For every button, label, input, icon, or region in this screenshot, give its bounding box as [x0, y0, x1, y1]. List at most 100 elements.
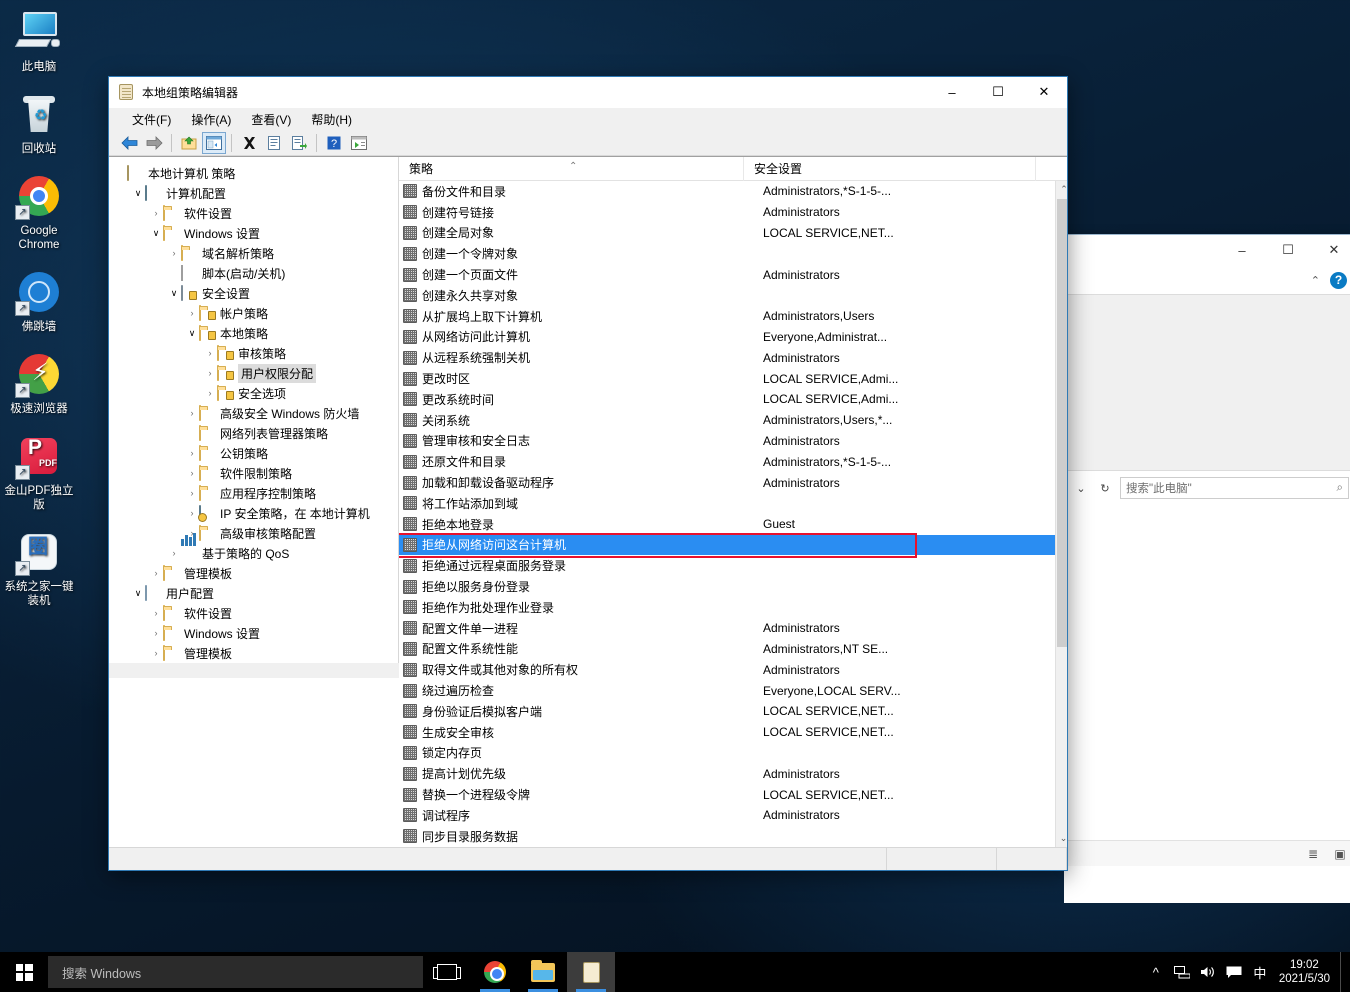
- up-one-level-button[interactable]: [177, 132, 201, 154]
- table-row[interactable]: 更改时区 LOCAL SERVICE,Admi...: [399, 368, 1055, 389]
- explorer-maximize-button[interactable]: ☐: [1265, 235, 1311, 265]
- tree-node-2[interactable]: › 软件设置: [113, 203, 398, 223]
- desktop-icon-chrome[interactable]: ↗ Google Chrome: [0, 172, 78, 252]
- back-button[interactable]: [117, 132, 141, 154]
- forward-button[interactable]: [142, 132, 166, 154]
- tree-expander-icon[interactable]: ›: [203, 368, 217, 378]
- desktop-icon-jisu-browser[interactable]: ⚡ ↗ 极速浏览器: [0, 350, 78, 416]
- tree-expander-icon[interactable]: ›: [149, 208, 163, 218]
- tree-node-1[interactable]: ∨ 计算机配置: [113, 183, 398, 203]
- tree-expander-icon[interactable]: ∨: [149, 228, 163, 239]
- tree-node-7[interactable]: › 帐户策略: [113, 303, 398, 323]
- explorer-title-bar[interactable]: – ☐ ✕: [1064, 235, 1350, 267]
- table-row[interactable]: 锁定内存页: [399, 743, 1055, 764]
- list-vertical-scrollbar[interactable]: ⌃ ⌄: [1055, 181, 1067, 847]
- table-row[interactable]: 将工作站添加到域: [399, 493, 1055, 514]
- menu-help[interactable]: 帮助(H): [301, 109, 362, 130]
- tree-node-5[interactable]: 脚本(启动/关机): [113, 263, 398, 283]
- show-desktop-button[interactable]: [1340, 952, 1346, 992]
- table-row[interactable]: 调试程序 Administrators: [399, 805, 1055, 826]
- table-row[interactable]: 备份文件和目录 Administrators,*S-1-5-...: [399, 181, 1055, 202]
- table-row[interactable]: 加载和卸载设备驱动程序 Administrators: [399, 472, 1055, 493]
- table-row[interactable]: 还原文件和目录 Administrators,*S-1-5-...: [399, 451, 1055, 472]
- network-icon[interactable]: [1169, 952, 1195, 992]
- explorer-search-input[interactable]: 搜索"此电脑" ⌕: [1120, 477, 1349, 499]
- file-explorer-window[interactable]: – ☐ ✕ ⌃ ? ⌄ ↻ 搜索"此电脑" ⌕ ≣ ▣: [1063, 234, 1350, 903]
- tree-node-4[interactable]: › 域名解析策略: [113, 243, 398, 263]
- ribbon-collapse-icon[interactable]: ⌃: [1311, 274, 1320, 287]
- table-row[interactable]: 从网络访问此计算机 Everyone,Administrat...: [399, 327, 1055, 348]
- table-row[interactable]: 管理审核和安全日志 Administrators: [399, 431, 1055, 452]
- tree-node-18[interactable]: › 高级审核策略配置: [113, 523, 398, 543]
- tree-node-9[interactable]: › 审核策略: [113, 343, 398, 363]
- delete-button[interactable]: [237, 132, 261, 154]
- table-row[interactable]: 创建全局对象 LOCAL SERVICE,NET...: [399, 223, 1055, 244]
- tree-expander-icon[interactable]: ›: [185, 408, 199, 418]
- export-list-button[interactable]: [287, 132, 311, 154]
- tree-expander-icon[interactable]: ∨: [185, 328, 199, 339]
- table-row[interactable]: 更改系统时间 LOCAL SERVICE,Admi...: [399, 389, 1055, 410]
- tree-node-23[interactable]: › Windows 设置: [113, 623, 398, 643]
- help-icon[interactable]: ?: [1330, 272, 1347, 289]
- help-button[interactable]: ?: [322, 132, 346, 154]
- policy-list[interactable]: 备份文件和目录 Administrators,*S-1-5-... 创建符号链接 Ad…: [399, 181, 1055, 847]
- tree-node-15[interactable]: › 软件限制策略: [113, 463, 398, 483]
- taskbar-search-input[interactable]: 搜索 Windows: [48, 956, 423, 988]
- taskbar-gpedit[interactable]: [567, 952, 615, 992]
- tree-node-12[interactable]: › 高级安全 Windows 防火墙: [113, 403, 398, 423]
- tree-expander-icon[interactable]: ›: [185, 488, 199, 498]
- tree-horizontal-scrollbar[interactable]: [109, 663, 399, 678]
- scroll-up-button[interactable]: ⌃: [1056, 181, 1067, 198]
- tree-node-6[interactable]: ∨ 安全设置: [113, 283, 398, 303]
- table-row[interactable]: 配置文件单一进程 Administrators: [399, 618, 1055, 639]
- tree-node-22[interactable]: › 软件设置: [113, 603, 398, 623]
- table-row[interactable]: 拒绝从网络访问这台计算机: [399, 534, 1055, 556]
- large-icons-view-icon[interactable]: ▣: [1331, 846, 1349, 862]
- tree-expander-icon[interactable]: ›: [203, 388, 217, 398]
- clock[interactable]: 19:02 2021/5/30: [1273, 958, 1340, 986]
- table-row[interactable]: 拒绝作为批处理作业登录: [399, 597, 1055, 618]
- menu-file[interactable]: 文件(F): [122, 109, 181, 130]
- details-view-icon[interactable]: ≣: [1304, 846, 1322, 862]
- show-console-tree-button[interactable]: [347, 132, 371, 154]
- tree-expander-icon[interactable]: ›: [149, 648, 163, 658]
- table-row[interactable]: 创建一个令牌对象: [399, 243, 1055, 264]
- minimize-button[interactable]: –: [929, 77, 975, 108]
- tree-node-14[interactable]: › 公钥策略: [113, 443, 398, 463]
- explorer-close-button[interactable]: ✕: [1311, 235, 1350, 265]
- group-policy-editor-window[interactable]: 本地组策略编辑器 – ☐ ✕ 文件(F) 操作(A) 查看(V) 帮助(H) ?…: [108, 76, 1068, 871]
- table-row[interactable]: 配置文件系统性能 Administrators,NT SE...: [399, 639, 1055, 660]
- maximize-button[interactable]: ☐: [975, 77, 1021, 108]
- column-header-policy[interactable]: 策略 ⌃: [399, 157, 744, 181]
- table-row[interactable]: 从远程系统强制关机 Administrators: [399, 347, 1055, 368]
- show-hide-tree-button[interactable]: [202, 131, 226, 154]
- show-hidden-icons-button[interactable]: ^: [1143, 952, 1169, 992]
- tree-expander-icon[interactable]: ›: [185, 448, 199, 458]
- tree-expander-icon[interactable]: ›: [185, 308, 199, 318]
- tree-expander-icon[interactable]: ∨: [131, 588, 145, 599]
- table-row[interactable]: 创建符号链接 Administrators: [399, 202, 1055, 223]
- table-row[interactable]: 绕过遍历检查 Everyone,LOCAL SERV...: [399, 680, 1055, 701]
- address-dropdown-icon[interactable]: ⌄: [1072, 478, 1090, 498]
- desktop-icon-fotiaoqiang[interactable]: ↗ 佛跳墙: [0, 268, 78, 334]
- table-row[interactable]: 同步目录服务数据: [399, 826, 1055, 847]
- tree-node-19[interactable]: › 基于策略的 QoS: [113, 532, 398, 563]
- tree-expander-icon[interactable]: ›: [167, 248, 181, 258]
- tree-node-8[interactable]: ∨ 本地策略: [113, 323, 398, 343]
- tree-expander-icon[interactable]: ∨: [167, 288, 181, 299]
- taskbar-chrome[interactable]: [471, 952, 519, 992]
- scrollbar-thumb[interactable]: [1057, 199, 1067, 647]
- start-button[interactable]: [0, 952, 48, 992]
- table-row[interactable]: 取得文件或其他对象的所有权 Administrators: [399, 659, 1055, 680]
- table-row[interactable]: 从扩展坞上取下计算机 Administrators,Users: [399, 306, 1055, 327]
- table-row[interactable]: 拒绝通过远程桌面服务登录: [399, 555, 1055, 576]
- table-row[interactable]: 提高计划优先级 Administrators: [399, 763, 1055, 784]
- tree-expander-icon[interactable]: ›: [149, 608, 163, 618]
- properties-button[interactable]: [262, 132, 286, 154]
- tree-expander-icon[interactable]: ›: [167, 548, 181, 558]
- tree-node-13[interactable]: 网络列表管理器策略: [113, 423, 398, 443]
- tree-node-21[interactable]: ∨ 用户配置: [113, 583, 398, 603]
- volume-icon[interactable]: [1195, 952, 1221, 992]
- tree-expander-icon[interactable]: ∨: [131, 188, 145, 199]
- close-button[interactable]: ✕: [1021, 77, 1067, 108]
